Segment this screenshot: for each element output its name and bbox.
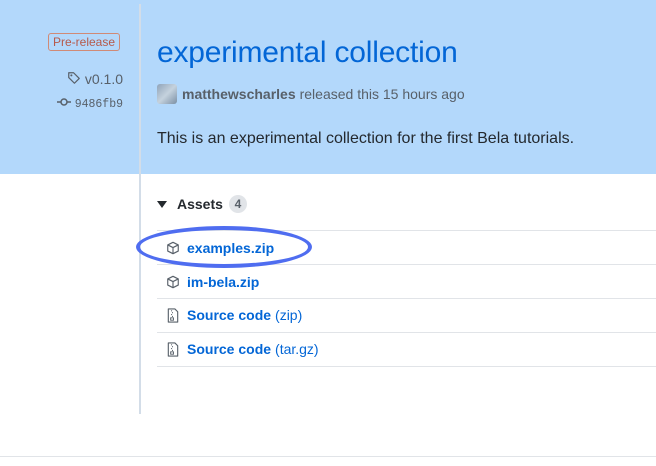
package-icon bbox=[165, 240, 181, 256]
assets-toggle[interactable]: Assets 4 bbox=[157, 195, 247, 213]
asset-format: (zip) bbox=[275, 306, 303, 323]
prerelease-badge: Pre-release bbox=[48, 33, 121, 51]
asset-link[interactable]: im-bela.zip bbox=[187, 274, 259, 290]
tag-icon bbox=[67, 71, 81, 88]
avatar[interactable] bbox=[157, 84, 177, 104]
file-zip-icon bbox=[165, 308, 181, 324]
caret-down-icon bbox=[157, 200, 167, 208]
release-tag[interactable]: v0.1.0 bbox=[67, 70, 123, 88]
release-description: This is an experimental collection for t… bbox=[157, 130, 575, 147]
assets-count-badge: 4 bbox=[228, 195, 247, 213]
release-title[interactable]: experimental collection bbox=[157, 36, 458, 70]
author-link[interactable]: matthewscharles bbox=[182, 86, 296, 102]
asset-link[interactable]: Source code bbox=[187, 341, 271, 357]
bottom-divider bbox=[0, 456, 656, 457]
commit-icon bbox=[56, 97, 71, 111]
commit-hash: 9486fb9 bbox=[74, 97, 123, 111]
release-commit[interactable]: 9486fb9 bbox=[56, 96, 123, 112]
file-zip-icon bbox=[165, 342, 181, 358]
package-icon bbox=[165, 274, 181, 290]
asset-link[interactable]: Source code bbox=[187, 307, 271, 323]
assets-label: Assets bbox=[177, 196, 223, 212]
released-text: released this 15 hours ago bbox=[299, 86, 465, 102]
asset-row[interactable]: Source code (tar.gz) bbox=[157, 333, 656, 367]
asset-link[interactable]: examples.zip bbox=[187, 240, 274, 256]
asset-row[interactable]: examples.zip bbox=[157, 231, 656, 265]
asset-row[interactable]: Source code (zip) bbox=[157, 299, 656, 333]
asset-format: (tar.gz) bbox=[275, 340, 319, 357]
asset-row[interactable]: im-bela.zip bbox=[157, 265, 656, 299]
asset-list: examples.zip im-bela.zip Source code (zip… bbox=[157, 230, 656, 367]
release-author-line: matthewscharles released this 15 hours a… bbox=[157, 84, 465, 104]
tag-label: v0.1.0 bbox=[84, 71, 123, 87]
timeline-divider bbox=[139, 4, 141, 414]
